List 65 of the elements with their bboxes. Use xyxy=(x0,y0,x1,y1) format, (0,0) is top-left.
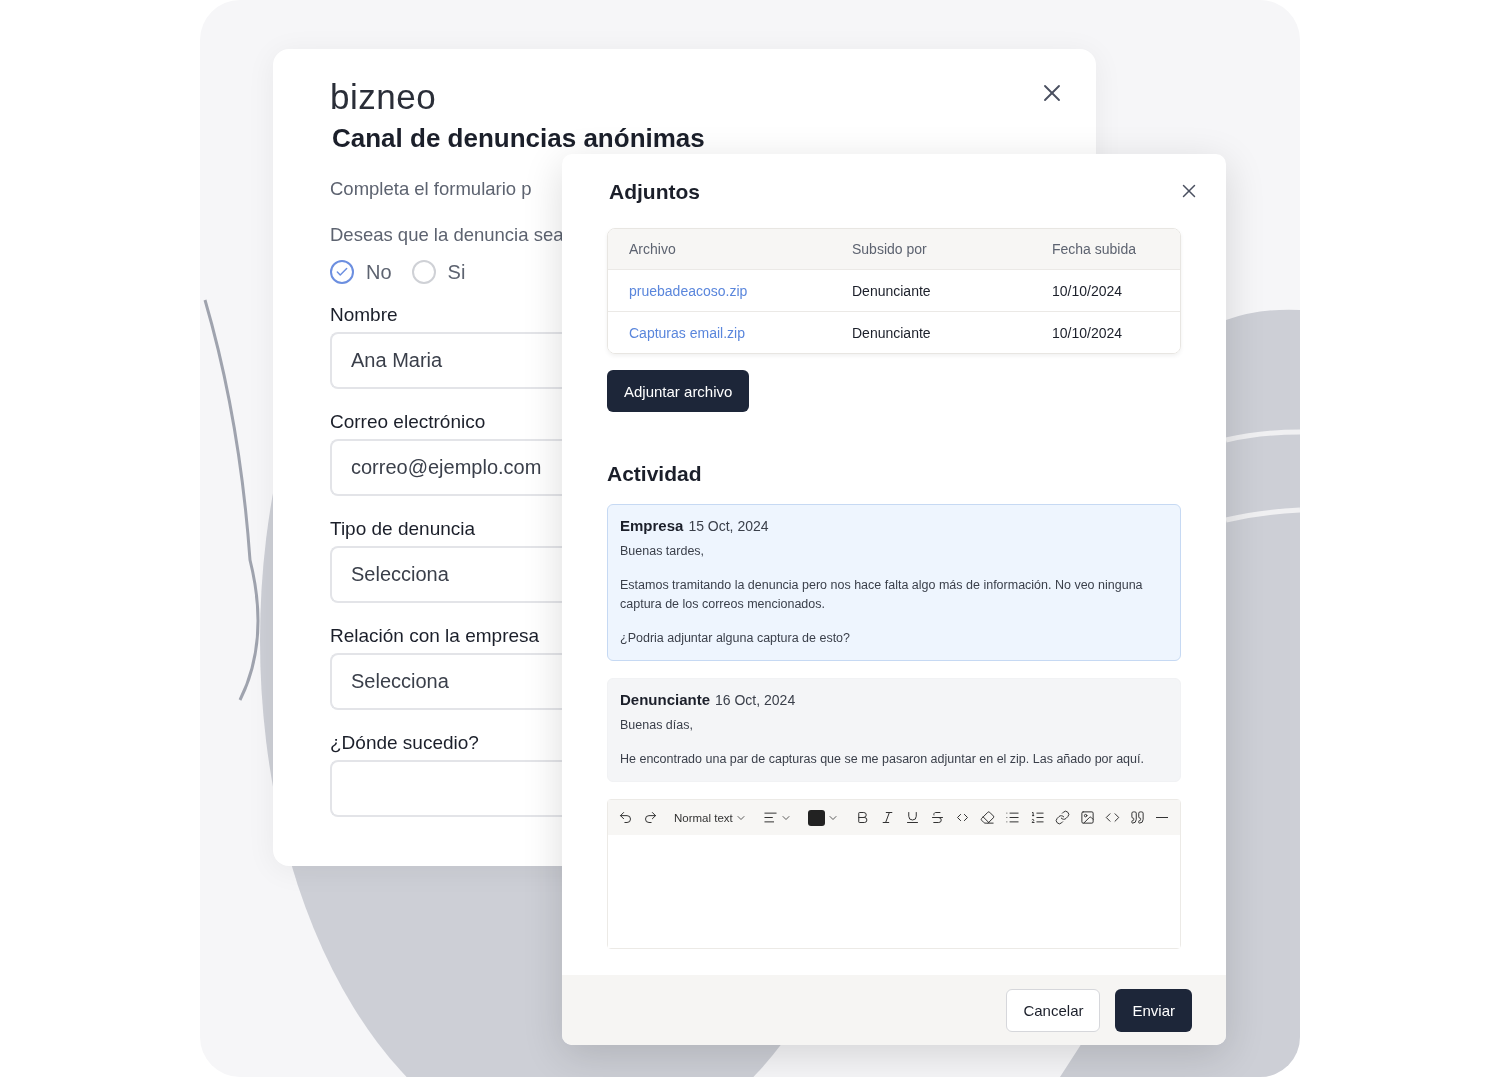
quote-button[interactable] xyxy=(1129,810,1145,825)
message-text: Estamos tramitando la denuncia pero nos hace falta algo más de información. No veo ninguna captura de los correos mencionados. xyxy=(620,577,1144,613)
align-left-icon xyxy=(762,810,778,825)
bullet-list-button[interactable] xyxy=(1004,810,1020,825)
message-author: Empresa xyxy=(620,517,684,534)
numbered-list-icon xyxy=(1029,810,1045,825)
underline-button[interactable] xyxy=(904,810,920,825)
italic-icon xyxy=(879,810,895,825)
dialog-title: Adjuntos xyxy=(609,180,701,204)
link-icon xyxy=(1054,810,1070,825)
column-header: Fecha subida xyxy=(1052,241,1138,257)
field-label: Nombre xyxy=(330,304,399,326)
color-dropdown[interactable] xyxy=(807,809,839,826)
strikethrough-button[interactable] xyxy=(929,810,945,825)
bullet-list-icon xyxy=(1004,810,1020,825)
field-label: Correo electrónico xyxy=(330,411,487,433)
table-cell-text: 10/10/2024 xyxy=(1052,324,1124,341)
redo-button[interactable] xyxy=(643,810,658,825)
attach-file-button[interactable]: Adjuntar archivo xyxy=(607,370,750,412)
file-link[interactable]: pruebadeacoso.zip xyxy=(629,282,852,299)
message-text: Buenas tardes, xyxy=(620,543,706,560)
message-text: ¿Podria adjuntar alguna captura de esto? xyxy=(620,630,852,647)
logo: bizneo xyxy=(330,77,437,117)
column-header: Archivo xyxy=(629,241,677,257)
italic-button[interactable] xyxy=(879,810,895,825)
table-cell-text: Denunciante xyxy=(852,282,932,299)
message-text: Buenas días, xyxy=(620,717,694,734)
intro-text: Completa el formulario p xyxy=(330,178,533,201)
horizontal-rule-icon xyxy=(1155,816,1168,819)
image-button[interactable] xyxy=(1079,810,1095,825)
file-link[interactable]: Capturas email.zip xyxy=(629,324,852,341)
eraser-icon xyxy=(979,810,995,825)
message-text: He encontrado una par de capturas que se me pasaron adjuntar en el zip. Las añado por aquí. xyxy=(620,751,1145,768)
message-date: 16 Oct, 2024 xyxy=(715,692,796,708)
quote-icon xyxy=(1129,810,1145,825)
table-cell-text: 10/10/2024 xyxy=(1052,282,1124,299)
redo-icon xyxy=(643,810,658,825)
strikethrough-icon xyxy=(929,810,945,825)
numbered-list-button[interactable] xyxy=(1029,810,1045,825)
send-button[interactable]: Enviar xyxy=(1115,988,1192,1032)
eraser-button[interactable] xyxy=(979,810,995,825)
check-icon xyxy=(335,265,349,279)
field-label: Relación con la empresa xyxy=(330,625,541,647)
radio-option[interactable]: Si xyxy=(411,260,466,284)
cancel-button[interactable]: Cancelar xyxy=(1006,988,1101,1032)
link-button[interactable] xyxy=(1054,810,1070,825)
message-date: 15 Oct, 2024 xyxy=(688,518,769,534)
code-block-button[interactable] xyxy=(1104,810,1120,825)
question-text: Deseas que la denuncia sea xyxy=(330,224,562,247)
dialog-title: Canal de denuncias anónimas xyxy=(332,123,706,154)
field-label: ¿Dónde sucedio? xyxy=(330,732,480,754)
align-dropdown[interactable] xyxy=(762,810,792,825)
image-icon xyxy=(1079,810,1095,825)
color-swatch xyxy=(807,809,825,826)
field-label: Tipo de denuncia xyxy=(330,518,477,540)
code-block-icon xyxy=(1104,810,1120,825)
undo-icon xyxy=(618,810,633,825)
underline-icon xyxy=(904,810,920,825)
radio-option[interactable]: No xyxy=(330,260,392,284)
column-header: Subsido por xyxy=(852,241,928,257)
text-style-dropdown[interactable]: Normal text xyxy=(674,811,747,824)
section-title: Actividad xyxy=(607,462,703,486)
table-cell-text: Denunciante xyxy=(852,324,932,341)
undo-button[interactable] xyxy=(618,810,633,825)
message-author: Denunciante xyxy=(620,691,710,708)
